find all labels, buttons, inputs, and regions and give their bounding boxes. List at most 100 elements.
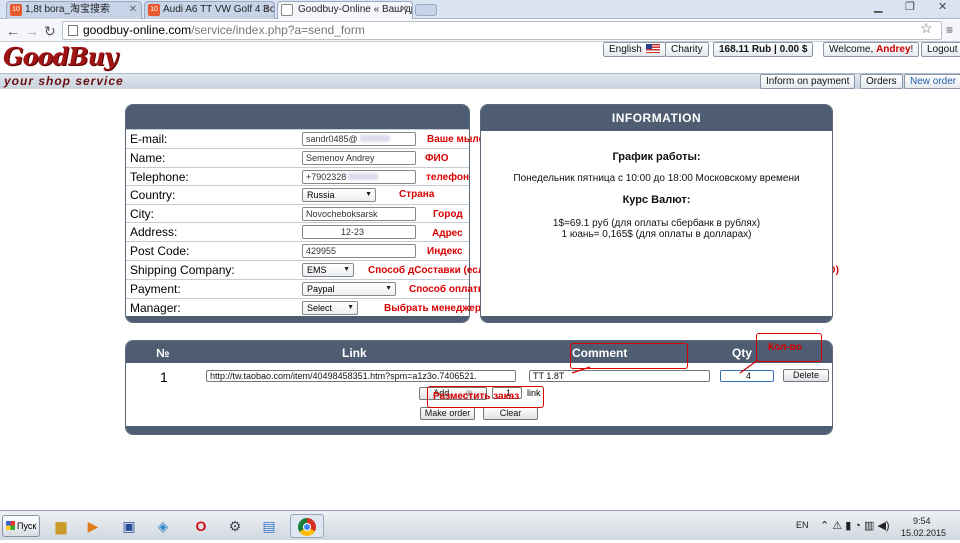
redacted-mark: [348, 173, 379, 180]
start-button[interactable]: Пуск: [2, 515, 40, 537]
telephone-value: +7902328: [306, 172, 347, 182]
language-button[interactable]: English: [603, 42, 666, 57]
postcode-field[interactable]: 429955: [302, 244, 416, 258]
taobao-favicon-icon: 10: [10, 4, 22, 16]
telephone-label: Telephone:: [130, 170, 189, 184]
maximize-icon[interactable]: ❐: [905, 0, 915, 13]
manager-select[interactable]: Select: [302, 301, 358, 315]
bookmark-star-icon[interactable]: ☆: [920, 20, 933, 37]
close-icon[interactable]: ✕: [400, 2, 408, 18]
city-field[interactable]: Novocheboksarsk: [302, 207, 416, 221]
row-number: 1: [160, 369, 168, 385]
email-annotation: Ваше мыло: [427, 134, 485, 145]
clock-time[interactable]: 9:54: [913, 516, 931, 526]
windows-taskbar: Пуск ▆ ▶ ▣ ◈ O ⚙ ▤ EN ⌃ ⚠ ▮ ◔ ▥ ◀) 9:54 …: [0, 510, 960, 540]
col-number: №: [156, 346, 170, 360]
logout-button[interactable]: Logout: [921, 42, 960, 57]
site-logo[interactable]: GoodBuy: [3, 42, 118, 71]
name-row: Name: Semenov Andrey: [126, 148, 469, 166]
page-icon: [68, 25, 78, 36]
balance-button[interactable]: 168.11 Rub | 0.00 $: [713, 42, 814, 57]
shipping-select[interactable]: EMS: [302, 263, 354, 277]
opera-icon[interactable]: O: [188, 514, 214, 538]
information-panel-footer: [481, 316, 832, 322]
delete-button[interactable]: Delete: [783, 369, 829, 382]
new-tab-button[interactable]: [415, 4, 437, 16]
name-label: Name:: [130, 151, 166, 165]
close-icon[interactable]: ✕: [129, 2, 137, 18]
forward-arrow-icon[interactable]: →: [25, 23, 39, 39]
postcode-value: 429955: [306, 246, 337, 256]
notes-icon[interactable]: ◈: [150, 514, 176, 538]
rate-line-2: 1 юань= 0,165$ (для оплаты в долларах): [561, 229, 752, 240]
url-path: /service/index.php?a=send_form: [191, 23, 365, 37]
qty-arrow-line: [739, 359, 759, 374]
chrome-logo: [298, 518, 316, 536]
close-icon[interactable]: ✕: [262, 2, 270, 18]
media-player-icon[interactable]: ▶: [80, 514, 106, 538]
tab-title: 1,8t bora_淘宝搜索: [25, 4, 111, 15]
taobao-favicon-icon: 10: [148, 4, 160, 16]
payment-annotation: Способ оплаты: [409, 284, 487, 295]
name-annotation: ФИО: [425, 153, 449, 164]
window-close-icon[interactable]: ✕: [938, 0, 947, 13]
order-panel-footer: [126, 426, 832, 434]
telephone-field[interactable]: +7902328: [302, 170, 416, 184]
email-field[interactable]: sandr0485@: [302, 132, 416, 146]
annotation-arrows: [571, 359, 759, 374]
reload-icon[interactable]: ↻: [44, 23, 56, 39]
address-value: 12-23: [341, 227, 365, 237]
tab-title: Audi A6 TT VW Golf 4 Bora F: [163, 4, 275, 15]
make-order-button[interactable]: Make order: [420, 407, 475, 420]
address-field[interactable]: 12-23: [302, 225, 416, 239]
image-viewer-icon[interactable]: ▤: [256, 514, 282, 538]
payment-select[interactable]: Paypal: [302, 282, 396, 296]
address-label: Address:: [130, 225, 178, 239]
address-toolbar: ← → ↻ goodbuy-online.com/service/index.p…: [0, 20, 960, 42]
tab-audi-search[interactable]: 10 Audi A6 TT VW Golf 4 Bora F ✕: [144, 1, 275, 19]
tray-expand-icon[interactable]: ⌃ ⚠ ▮ ◔ ▥ ◀): [820, 519, 890, 532]
city-value: Novocheboksarsk: [306, 209, 378, 219]
user-name: Andrey: [876, 44, 911, 55]
inform-payment-button[interactable]: Inform on payment: [760, 74, 856, 89]
chrome-icon[interactable]: [290, 514, 324, 538]
language-indicator[interactable]: EN: [796, 520, 809, 530]
tab-title: Goodbuy-Online « Ваш друг: [298, 4, 413, 15]
tab-taobao-search[interactable]: 10 1,8t bora_淘宝搜索 ✕: [6, 1, 142, 19]
folder-icon[interactable]: ▆: [48, 514, 74, 538]
page-favicon-icon: [281, 4, 293, 16]
system-tool-icon[interactable]: ⚙: [222, 514, 248, 538]
tab-goodbuy[interactable]: Goodbuy-Online « Ваш друг ✕: [277, 1, 413, 19]
name-value: Semenov Andrey: [306, 153, 375, 163]
welcome-button[interactable]: Welcome, Andrey!: [823, 42, 920, 57]
email-label: E-mail:: [130, 132, 168, 146]
charity-button[interactable]: Charity: [665, 42, 709, 57]
country-annotation: Страна: [399, 189, 435, 200]
url-host: goodbuy-online.com: [83, 23, 192, 37]
city-annotation: Город: [433, 209, 463, 220]
country-label: Country:: [130, 188, 176, 202]
make-order-annotation: Разместить заказ: [433, 391, 520, 402]
rates-heading: Курс Валют:: [622, 194, 691, 206]
orders-button[interactable]: Orders: [860, 74, 903, 89]
postcode-label: Post Code:: [130, 244, 190, 258]
save-disk-icon[interactable]: ▣: [116, 514, 142, 538]
menu-icon[interactable]: ≡: [946, 23, 953, 37]
city-label: City:: [130, 207, 154, 221]
col-link: Link: [342, 346, 367, 360]
form-panel-header: [126, 105, 469, 129]
link-field[interactable]: http://tw.taobao.com/item/40498458351.ht…: [206, 370, 516, 382]
clear-button[interactable]: Clear: [483, 407, 538, 420]
country-select[interactable]: Russia: [302, 188, 376, 202]
new-order-button[interactable]: New order: [904, 74, 960, 89]
name-field[interactable]: Semenov Andrey: [302, 151, 416, 165]
tagline-bar: your shop service Inform on payment Orde…: [0, 73, 960, 89]
postcode-row: Post Code: 429955: [126, 241, 469, 259]
url-input[interactable]: goodbuy-online.com/service/index.php?a=s…: [62, 21, 942, 40]
clock-date[interactable]: 15.02.2015: [901, 528, 946, 538]
minimize-icon[interactable]: ▁: [874, 0, 882, 13]
schedule-text: Понедельник пятница с 10:00 до 18:00 Мос…: [513, 173, 800, 184]
site-header: GoodBuy English Charity 168.11 Rub | 0.0…: [0, 42, 960, 90]
back-arrow-icon[interactable]: ←: [6, 23, 20, 39]
browser-tab-strip: 10 1,8t bora_淘宝搜索 ✕ 10 Audi A6 TT VW Gol…: [0, 0, 960, 19]
